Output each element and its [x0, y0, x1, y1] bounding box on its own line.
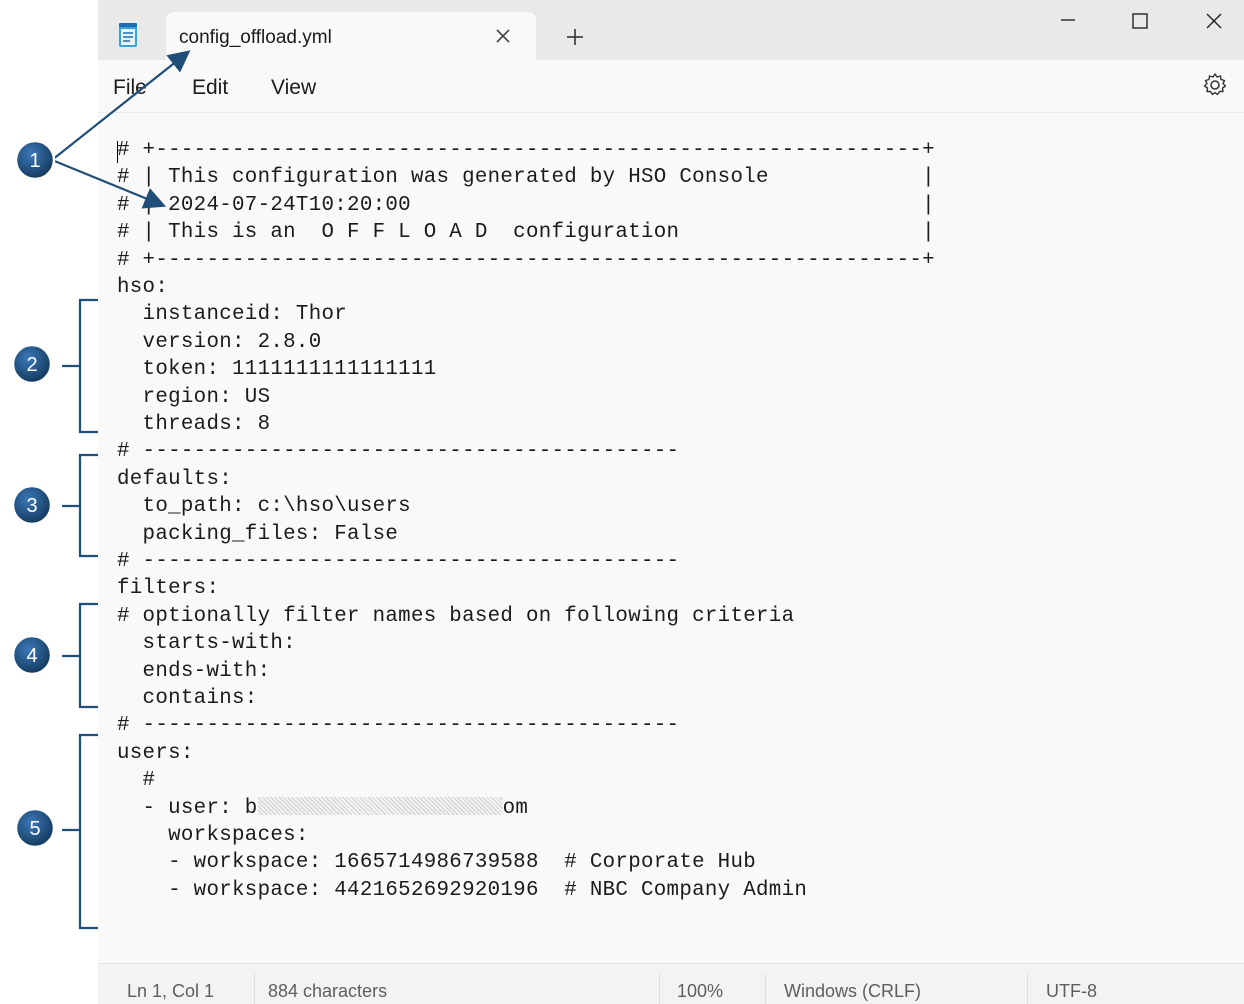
tab-config-offload[interactable]: config_offload.yml [166, 12, 536, 60]
editor-line: # --------------------------------------… [117, 550, 680, 573]
settings-gear-icon[interactable] [1202, 72, 1228, 98]
close-tab-icon[interactable] [493, 26, 513, 46]
editor-line: - workspace: 1665714986739588 # Corporat… [117, 851, 757, 874]
bracket-defaults [62, 453, 98, 558]
status-encoding[interactable]: UTF-8 [1046, 981, 1097, 1002]
editor-line: # | This configuration was generated by … [117, 166, 935, 189]
minimize-icon[interactable] [1056, 10, 1080, 34]
editor-line: instanceid: Thor [117, 303, 348, 326]
editor-line: defaults: [117, 468, 233, 491]
user-line: - user: b om [117, 797, 528, 820]
status-characters: 884 characters [268, 981, 388, 1001]
bracket-hso [62, 298, 98, 434]
editor-line: # optionally filter names based on follo… [117, 605, 795, 628]
status-line-ending[interactable]: Windows (CRLF) [784, 981, 921, 1002]
editor-line: to_path: c:\hso\users [117, 495, 411, 518]
editor-line: starts-with: [117, 632, 296, 655]
status-bar: Ln 1, Col 1 884 characters 100% Windows … [98, 963, 1244, 1004]
editor-line: # | 2024-07-24T10:20:00 | [117, 194, 935, 217]
status-divider [254, 974, 255, 1004]
editor-line: contains: [117, 687, 258, 710]
callout-5: 5 [14, 807, 56, 849]
editor-line: # | This is an O F F L O A D configurati… [117, 221, 935, 244]
menu-view[interactable]: View [271, 76, 316, 100]
editor-line: workspaces: [117, 824, 309, 847]
user-prefix: - user: b [117, 797, 258, 820]
maximize-icon[interactable] [1128, 10, 1152, 34]
status-divider [1027, 974, 1028, 1004]
user-suffix: om [502, 797, 529, 820]
editor-line: ends-with: [117, 660, 271, 683]
callout-label: 3 [26, 495, 37, 517]
editor-line: filters: [117, 577, 220, 600]
bracket-users [62, 733, 98, 930]
editor-line: packing_files: False [117, 523, 399, 546]
editor-line: token: 1111111111111111 [117, 358, 437, 381]
bracket-filters [62, 602, 98, 709]
notepad-app-icon [119, 23, 137, 47]
status-divider [659, 974, 660, 1004]
notepad-window: config_offload.yml File Edit View # +---… [98, 0, 1244, 1004]
callout-2: 2 [11, 343, 53, 385]
editor-line: users: [117, 742, 194, 765]
new-tab-icon[interactable] [564, 26, 586, 48]
status-divider [765, 974, 766, 1004]
text-editor-area[interactable]: # +-------------------------------------… [98, 113, 1244, 963]
tab-bar: config_offload.yml [98, 0, 1244, 60]
redacted-email [257, 797, 503, 815]
editor-line: hso: [117, 276, 169, 299]
editor-line: # [117, 769, 156, 792]
editor-line: region: US [117, 386, 271, 409]
callout-4: 4 [11, 634, 53, 676]
close-window-icon[interactable] [1202, 10, 1226, 34]
editor-line: # +-------------------------------------… [117, 249, 935, 272]
editor-line: version: 2.8.0 [117, 331, 322, 354]
callout-label: 5 [29, 818, 40, 840]
callout-label: 4 [26, 645, 37, 667]
status-position: Ln 1, Col 1 [127, 981, 215, 1001]
callout-1: 1 [14, 139, 56, 181]
menu-file[interactable]: File [113, 76, 147, 100]
menu-edit[interactable]: Edit [192, 76, 228, 100]
callout-3: 3 [11, 484, 53, 526]
editor-line: threads: 8 [117, 413, 271, 436]
editor-line: # --------------------------------------… [117, 714, 680, 737]
tab-title: config_offload.yml [179, 27, 332, 48]
callout-label: 1 [29, 150, 40, 172]
menu-bar: File Edit View [98, 60, 1244, 113]
callout-label: 2 [26, 354, 37, 376]
editor-line: # --------------------------------------… [117, 440, 680, 463]
editor-line: - workspace: 4421652692920196 # NBC Comp… [117, 879, 808, 902]
status-zoom[interactable]: 100% [677, 981, 723, 1002]
editor-line: # +-------------------------------------… [117, 139, 935, 162]
